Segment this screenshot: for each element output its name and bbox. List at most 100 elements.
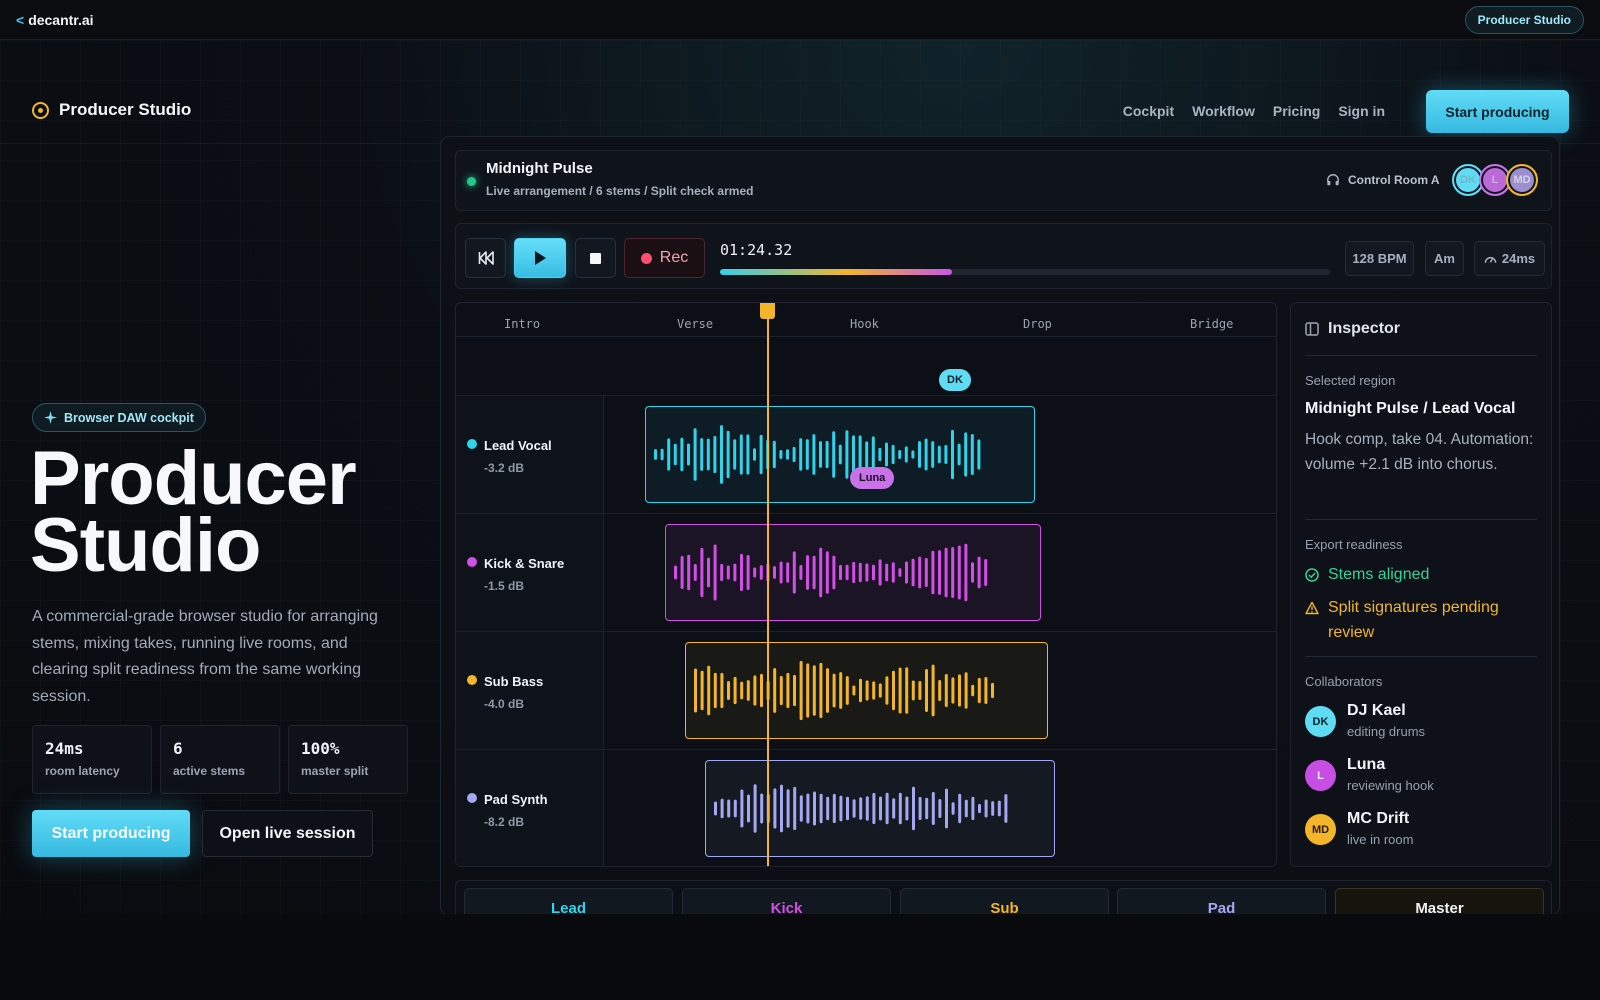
audio-region[interactable] — [685, 642, 1048, 739]
nav-link-pricing[interactable]: Pricing — [1273, 100, 1320, 122]
waveform-bar — [707, 665, 711, 716]
nav-link-cockpit[interactable]: Cockpit — [1123, 100, 1174, 122]
waveform-bar — [918, 796, 922, 821]
waveform-bar — [984, 559, 988, 586]
track-name: Kick & Snare — [484, 556, 565, 571]
track-name: Pad Synth — [484, 792, 548, 807]
collaborator-cursor-dk: DK — [939, 369, 971, 391]
waveform-bar — [667, 438, 671, 471]
waveform-bar — [977, 439, 981, 470]
stat-value: 6 — [173, 739, 183, 758]
waveform-bar — [813, 791, 816, 826]
waveform-bar — [779, 561, 783, 584]
waveform-bar — [812, 555, 816, 590]
record-logo-icon — [32, 101, 49, 119]
waveform-bar — [727, 799, 731, 818]
track-gain: -4.0 dB — [484, 697, 525, 711]
control-room[interactable]: Control Room A — [1326, 173, 1440, 187]
waveform-bar — [753, 784, 757, 833]
section-bridge[interactable]: Bridge — [1190, 317, 1233, 331]
waveform-bar — [937, 445, 941, 464]
collaborator-cursor-luna: Luna — [850, 467, 895, 489]
start-producing-button[interactable]: Start producing — [32, 810, 190, 857]
waveform — [694, 660, 994, 721]
audio-region[interactable] — [645, 406, 1035, 503]
waveform-bar — [898, 667, 902, 714]
waveform-bar — [878, 683, 882, 698]
waveform-bar — [859, 678, 862, 703]
section-hook[interactable]: Hook — [850, 317, 879, 331]
avatar-md[interactable]: MD — [1506, 164, 1538, 196]
top-bar: < decantr.ai Producer Studio — [0, 0, 1600, 40]
waveform-bar — [819, 793, 823, 824]
section-drop[interactable]: Drop — [1023, 317, 1052, 331]
track-gain: -3.2 dB — [484, 461, 525, 475]
waveform-bar — [753, 675, 757, 706]
track-header[interactable]: Sub Bass -4.0 dB — [456, 632, 604, 749]
waveform-bar — [931, 664, 935, 717]
collaborator-role: live in room — [1347, 832, 1414, 847]
collaborator-row[interactable]: DK DJ Kael editing drums — [1305, 702, 1425, 739]
waveform-bar — [760, 793, 764, 824]
open-live-session-button[interactable]: Open live session — [202, 810, 373, 857]
brand-pill[interactable]: Producer Studio — [1464, 5, 1584, 34]
nav-link-workflow[interactable]: Workflow — [1192, 100, 1255, 122]
divider — [1305, 656, 1537, 657]
waveform-bar — [654, 449, 657, 460]
record-button[interactable]: Rec — [624, 238, 705, 278]
waveform-bar — [792, 446, 796, 463]
waveform-bar — [693, 563, 697, 582]
collaborator-row[interactable]: MD MC Drift live in room — [1305, 810, 1413, 847]
track-header[interactable]: Kick & Snare -1.5 dB — [456, 514, 604, 631]
waveform-bar — [892, 670, 895, 711]
bpm-chip[interactable]: 128 BPM — [1345, 241, 1414, 276]
track-gain: -1.5 dB — [484, 579, 525, 593]
waveform-bar — [944, 547, 948, 598]
playhead[interactable] — [767, 303, 769, 866]
play-button[interactable] — [514, 238, 566, 278]
track-lead-vocal: Lead Vocal -3.2 dB — [456, 395, 1276, 513]
waveform-bar — [792, 551, 796, 594]
waveform-bar — [852, 685, 856, 696]
collaborator-role: editing drums — [1347, 724, 1426, 739]
back-link[interactable]: < decantr.ai — [16, 12, 94, 28]
stat-label: room latency — [45, 764, 120, 778]
waveform-bar — [700, 670, 704, 711]
hero-title-line-1: Producer — [30, 436, 357, 521]
waveform-bar — [905, 667, 909, 714]
site-logo[interactable]: Producer Studio — [32, 100, 191, 120]
waveform-bar — [720, 672, 724, 709]
start-producing-nav-button[interactable]: Start producing — [1426, 90, 1569, 133]
section-intro[interactable]: Intro — [504, 317, 540, 331]
waveform-bar — [759, 565, 763, 580]
section-verse[interactable]: Verse — [677, 317, 713, 331]
waveform-bar — [819, 547, 823, 598]
waveform-bar — [879, 796, 882, 821]
waveform-bar — [924, 557, 928, 588]
audio-region[interactable] — [705, 760, 1055, 857]
stat-active-stems: 6 active stems — [160, 725, 280, 794]
key-chip[interactable]: Am — [1425, 241, 1464, 276]
session-avatars: DK L MD — [1452, 164, 1538, 196]
playback-progress[interactable] — [720, 269, 1330, 275]
waveform-bar — [898, 449, 902, 460]
waveform-bar — [977, 556, 981, 589]
stop-button[interactable] — [575, 238, 616, 278]
playhead-handle[interactable] — [760, 303, 775, 319]
track-header[interactable]: Lead Vocal -3.2 dB — [456, 396, 604, 513]
waveform-bar — [832, 431, 836, 478]
collaborator-row[interactable]: L Luna reviewing hook — [1305, 756, 1434, 793]
nav-link-sign-in[interactable]: Sign in — [1338, 100, 1385, 122]
latency-chip[interactable]: 24ms — [1474, 241, 1545, 276]
waveform-bar — [799, 660, 803, 721]
divider — [1305, 355, 1537, 356]
selected-region-description: Hook comp, take 04. Automation: volume +… — [1305, 431, 1534, 473]
collaborator-name: MC Drift — [1347, 810, 1410, 827]
track-header[interactable]: Pad Synth -8.2 dB — [456, 750, 604, 866]
audio-region[interactable] — [665, 524, 1041, 621]
rewind-button[interactable] — [465, 238, 506, 278]
waveform-bar — [924, 438, 928, 471]
waveform-bar — [700, 547, 704, 598]
waveform-bar — [964, 799, 968, 818]
waveform-bar — [984, 676, 988, 705]
